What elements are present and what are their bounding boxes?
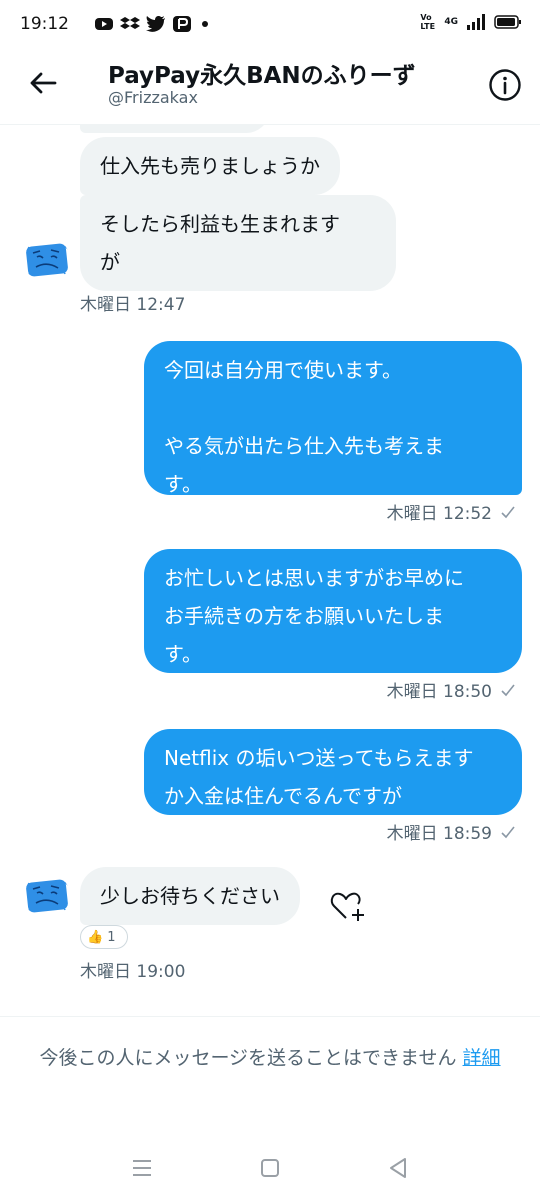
twitter-icon — [146, 16, 165, 32]
recent-apps-icon[interactable] — [128, 1154, 156, 1182]
message-bubble-incoming[interactable]: そしたら利益も生まれます が — [80, 195, 396, 291]
message-bubble-incoming[interactable]: 仕入先も売りましょうか — [80, 137, 340, 195]
message-timestamp: 木曜日 18:50 — [386, 682, 492, 702]
message-text: Netflix の垢いつ送ってもらえます か入金は住んでるんですが — [164, 746, 474, 808]
avatar-image — [26, 879, 69, 913]
dm-disabled-notice: 今後この人にメッセージを送ることはできません 詳細 — [20, 1042, 520, 1074]
message-text: 仕入先も売りましょうか — [100, 154, 320, 178]
paypay-icon — [173, 16, 191, 32]
message-timestamp-row: 木曜日 12:52 — [387, 499, 516, 524]
message-timestamp: 木曜日 12:52 — [386, 504, 492, 524]
home-icon[interactable] — [256, 1154, 284, 1182]
sent-check-icon — [501, 684, 515, 696]
network-label: 4G — [444, 17, 458, 27]
message-text: そしたら利益も生まれます が — [100, 212, 340, 274]
notification-dot-icon — [202, 21, 208, 27]
reaction-count: 1 — [107, 929, 116, 945]
signal-icon — [467, 14, 485, 30]
back-nav-icon[interactable] — [384, 1154, 412, 1182]
avatar[interactable] — [24, 873, 70, 919]
battery-icon — [494, 15, 521, 29]
message-timestamp-row: 木曜日 18:59 — [387, 819, 516, 844]
message-timestamp: 木曜日 18:59 — [386, 824, 492, 844]
sent-check-icon — [501, 826, 515, 838]
reaction-pill[interactable]: 👍 1 — [80, 925, 128, 949]
avatar[interactable] — [24, 237, 70, 283]
add-reaction-heart-icon[interactable] — [330, 889, 366, 923]
message-timestamp: 木曜日 12:47 — [80, 295, 186, 315]
message-timestamp-row: 木曜日 18:50 — [387, 677, 516, 702]
message-timestamp: 木曜日 19:00 — [80, 962, 186, 982]
message-bubble-clipped — [80, 125, 270, 133]
message-text: 今回は自分用で使います。 やる気が出たら仕入先も考えま す。 — [164, 358, 444, 496]
back-arrow-icon[interactable] — [28, 68, 58, 98]
status-bar: 19:12 Vo LTE 4G — [0, 0, 540, 52]
message-text: 少しお待ちください — [100, 884, 280, 908]
youtube-icon — [95, 18, 113, 30]
volte-icon: Vo LTE — [420, 13, 436, 31]
message-text: お忙しいとは思いますがお早めに お手続きの方をお願いいたしま す。 — [164, 566, 464, 666]
message-bubble-outgoing[interactable]: お忙しいとは思いますがお早めに お手続きの方をお願いいたしま す。 — [144, 549, 522, 673]
sent-check-icon — [501, 506, 515, 518]
conversation-handle[interactable]: @Frizzakax — [108, 88, 198, 107]
status-right: Vo LTE 4G — [420, 13, 522, 31]
details-link[interactable]: 詳細 — [463, 1047, 501, 1069]
thumbs-up-emoji-icon: 👍 — [87, 929, 104, 945]
message-bubble-incoming[interactable]: 少しお待ちください — [80, 867, 300, 925]
footer-divider — [0, 1016, 540, 1017]
info-icon[interactable] — [488, 68, 522, 102]
system-nav-bar — [0, 1140, 540, 1200]
message-bubble-outgoing[interactable]: 今回は自分用で使います。 やる気が出たら仕入先も考えま す。 — [144, 341, 522, 496]
dropbox-icon — [120, 17, 140, 29]
status-app-icons — [94, 15, 208, 33]
status-time: 19:12 — [20, 14, 69, 34]
message-list[interactable]: 仕入先も売りましょうか そしたら利益も生まれます が 木曜日 12:47 今回は… — [0, 125, 540, 1015]
message-bubble-outgoing[interactable]: Netflix の垢いつ送ってもらえます か入金は住んでるんですが — [144, 729, 522, 815]
conversation-title[interactable]: PayPay永久BANのふりーず — [108, 56, 416, 90]
conversation-header: PayPay永久BANのふりーず @Frizzakax — [0, 52, 540, 122]
notice-text: 今後この人にメッセージを送ることはできません — [39, 1047, 457, 1069]
avatar-image — [26, 243, 69, 277]
